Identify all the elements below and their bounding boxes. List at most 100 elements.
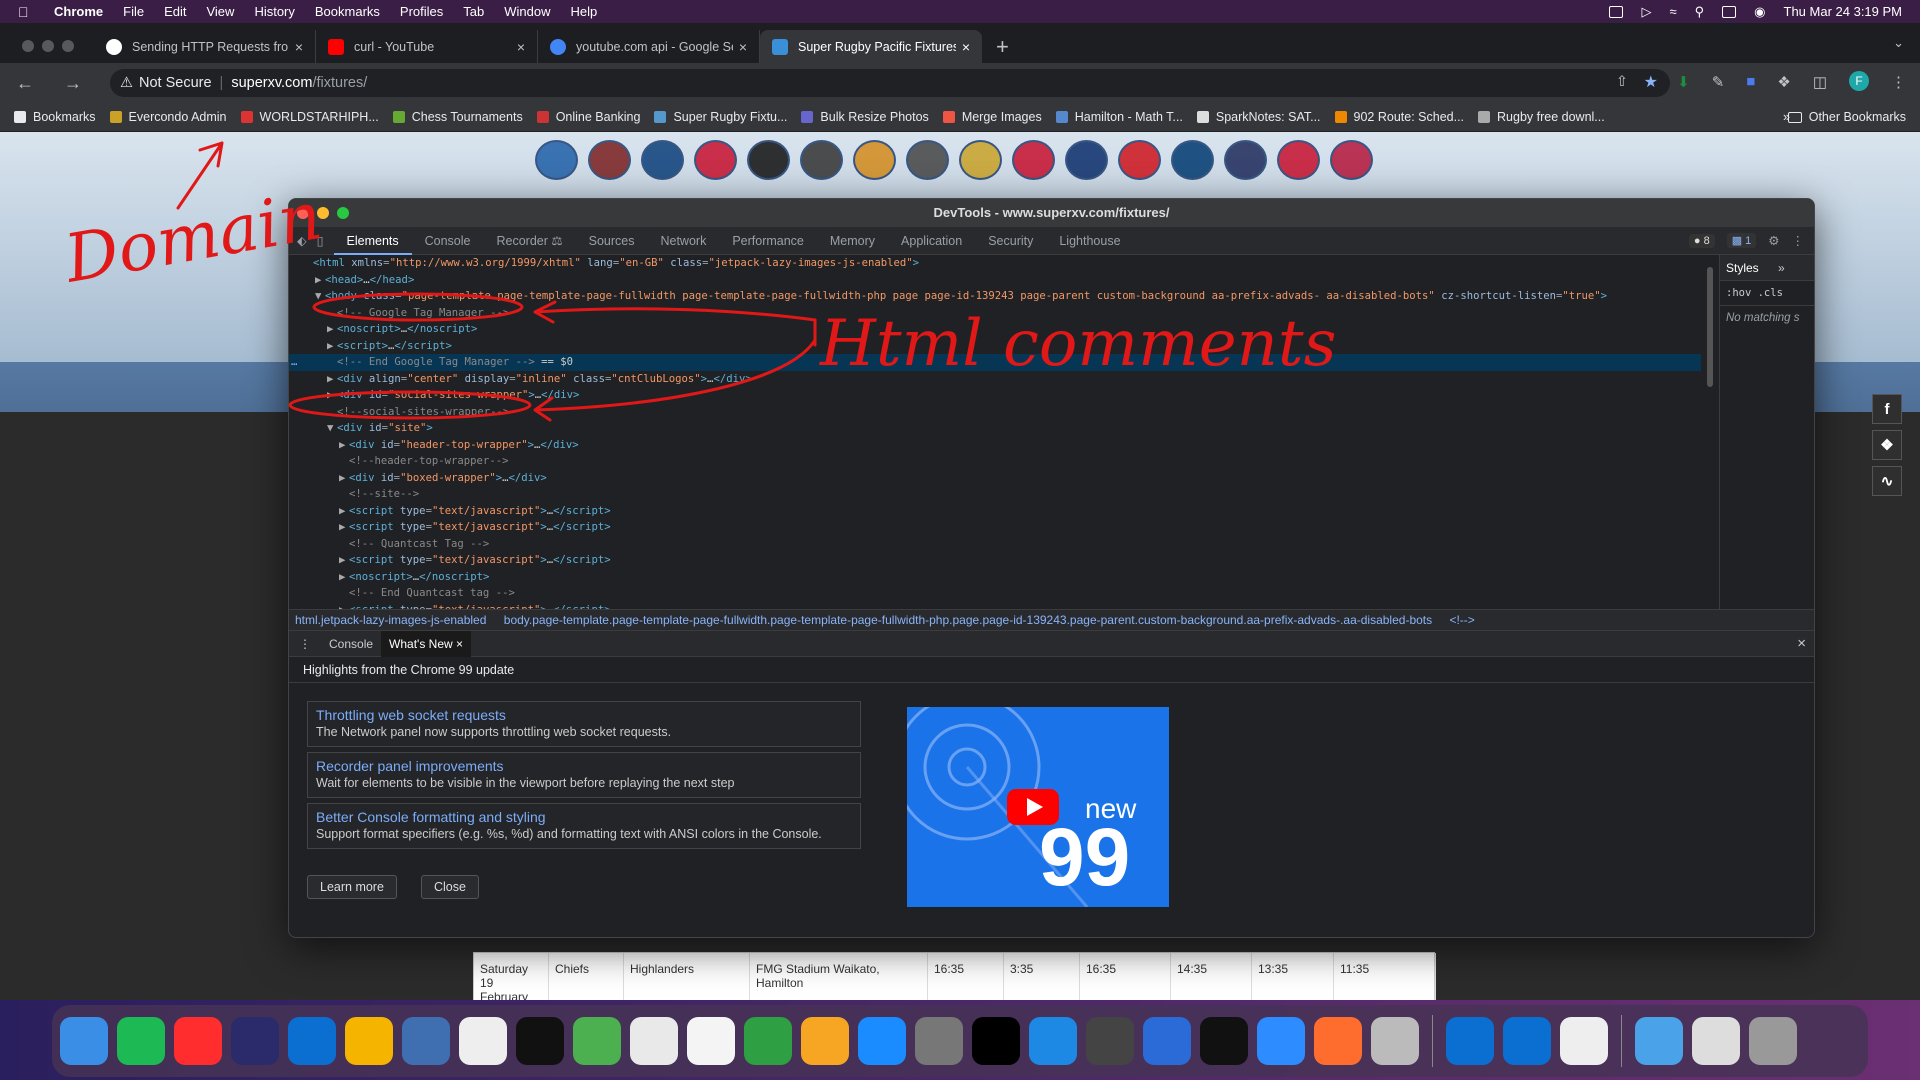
styles-filter[interactable]: :hov .cls	[1720, 281, 1814, 306]
node-actions-ellipsis[interactable]: …	[291, 354, 297, 371]
dock-app-icon[interactable]	[573, 1017, 621, 1065]
menu-edit[interactable]: Edit	[164, 4, 186, 19]
address-bar[interactable]: ⚠ Not Secure | superxv.com/fixtures/ ⇧ ★	[110, 69, 1670, 97]
dock-app-icon[interactable]	[1692, 1017, 1740, 1065]
dock-app-icon[interactable]	[1635, 1017, 1683, 1065]
dock-app-icon[interactable]	[1446, 1017, 1494, 1065]
crumb-html[interactable]: html.jetpack-lazy-images-js-enabled	[295, 613, 486, 627]
spotlight-search-icon[interactable]: ⚲	[1695, 4, 1705, 20]
apple-icon[interactable]: 	[18, 4, 40, 20]
device-toolbar-icon[interactable]: ▯	[313, 233, 334, 248]
club-logo[interactable]	[1012, 140, 1055, 180]
dom-node[interactable]: ▶ <noscript>…</noscript>	[289, 569, 1701, 586]
club-logo[interactable]	[1330, 140, 1373, 180]
inspect-element-icon[interactable]: ⬖	[289, 233, 313, 248]
tab-recorder[interactable]: Recorder ⚖	[484, 227, 576, 255]
tab-network[interactable]: Network	[647, 227, 719, 255]
expand-triangle-icon[interactable]: ▶	[315, 272, 325, 289]
extension-pen-icon[interactable]: ✎	[1712, 73, 1725, 91]
browser-tab-active[interactable]: Super Rugby Pacific Fixtures - ×	[760, 30, 982, 63]
dock-app-icon[interactable]	[858, 1017, 906, 1065]
twitter-icon[interactable]: ❖	[1872, 430, 1902, 460]
bookmark-item[interactable]: WORLDSTARHIPH...	[240, 110, 379, 124]
devtools-more-icon[interactable]: ⋮	[1792, 233, 1805, 248]
warning-icon[interactable]: ⚠	[120, 75, 133, 91]
drawer-tab-whats-new[interactable]: What's New ×	[381, 630, 472, 657]
expand-triangle-icon[interactable]: ▶	[339, 602, 349, 610]
expand-triangle-icon[interactable]: ▶	[327, 338, 337, 355]
dock-app-icon[interactable]	[630, 1017, 678, 1065]
bookmark-item[interactable]: Rugby free downl...	[1478, 110, 1605, 124]
chrome-menu-icon[interactable]: ⋮	[1891, 73, 1906, 91]
club-logo[interactable]	[694, 140, 737, 180]
dock-app-icon[interactable]	[60, 1017, 108, 1065]
tab-close-icon[interactable]: ×	[517, 39, 525, 55]
dom-node[interactable]: <!-- Google Tag Manager -->	[289, 305, 1701, 322]
drawer-menu-icon[interactable]: ⋮	[289, 637, 321, 651]
devtools-close-button[interactable]	[297, 207, 309, 219]
bookmark-item[interactable]: Chess Tournaments	[392, 110, 523, 124]
more-tabs-icon[interactable]: »	[1778, 261, 1785, 275]
bookmark-star-icon[interactable]: ★	[1644, 72, 1658, 92]
dom-node[interactable]: ▶ <div id="social-sites-wrapper">…</div>	[289, 387, 1701, 404]
dock-app-icon[interactable]	[1029, 1017, 1077, 1065]
menu-app-name[interactable]: Chrome	[54, 4, 103, 19]
share-icon[interactable]: ⇧	[1616, 74, 1628, 90]
tab-close-icon[interactable]: ×	[962, 39, 970, 55]
tab-console[interactable]: Console	[412, 227, 484, 255]
other-bookmarks-folder[interactable]: Other Bookmarks	[1787, 110, 1906, 124]
dom-node[interactable]: ▶<script type="text/javascript">…</scrip…	[289, 503, 1701, 520]
club-logo[interactable]	[906, 140, 949, 180]
settings-gear-icon[interactable]: ⚙	[1768, 233, 1779, 248]
expand-triangle-icon[interactable]: ▶	[327, 371, 337, 388]
expand-triangle-icon[interactable]: ▼	[315, 288, 325, 305]
bookmark-item[interactable]: Bookmarks	[14, 110, 96, 124]
club-logo[interactable]	[1171, 140, 1214, 180]
learn-more-button[interactable]: Learn more	[307, 875, 397, 899]
menu-file[interactable]: File	[123, 4, 144, 19]
status-app-icon[interactable]	[1609, 5, 1624, 18]
tab-search-chevron-icon[interactable]: ⌄	[1893, 35, 1904, 51]
dock-app-icon[interactable]	[1086, 1017, 1134, 1065]
close-drawer-icon[interactable]: ×	[1797, 635, 1806, 652]
club-logo[interactable]	[1065, 140, 1108, 180]
club-logo[interactable]	[800, 140, 843, 180]
devtools-zoom-button[interactable]	[337, 207, 349, 219]
dom-node[interactable]: ▶ <noscript>…</noscript>	[289, 321, 1701, 338]
tab-sources[interactable]: Sources	[576, 227, 648, 255]
extension-download-icon[interactable]: ⬇	[1677, 73, 1690, 91]
dock-app-icon[interactable]	[1257, 1017, 1305, 1065]
tab-memory[interactable]: Memory	[817, 227, 888, 255]
bookmark-item[interactable]: Bulk Resize Photos	[801, 110, 929, 124]
dock-app-icon[interactable]	[1143, 1017, 1191, 1065]
feature-title[interactable]: Recorder panel improvements	[316, 758, 852, 774]
browser-tab[interactable]: youtube.com api - Google Sea ×	[538, 30, 760, 63]
dock-app-icon[interactable]	[1560, 1017, 1608, 1065]
club-logo[interactable]	[747, 140, 790, 180]
tab-performance[interactable]: Performance	[719, 227, 817, 255]
dock-app-icon[interactable]	[402, 1017, 450, 1065]
menu-window[interactable]: Window	[504, 4, 550, 19]
expand-triangle-icon[interactable]: ▶	[339, 552, 349, 569]
dock-app-icon[interactable]	[174, 1017, 222, 1065]
extensions-puzzle-icon[interactable]: ❖	[1777, 73, 1790, 91]
dock-app-icon[interactable]	[972, 1017, 1020, 1065]
menu-history[interactable]: History	[254, 4, 294, 19]
bookmark-item[interactable]: Hamilton - Math T...	[1055, 110, 1183, 124]
security-status[interactable]: Not Secure	[139, 75, 212, 91]
club-logo[interactable]	[959, 140, 1002, 180]
menubar-clock[interactable]: Thu Mar 24 3:19 PM	[1784, 4, 1903, 19]
window-minimize-button[interactable]	[42, 40, 54, 52]
dom-node[interactable]: ▶ <div id="boxed-wrapper">…</div>	[289, 470, 1701, 487]
back-arrow-icon[interactable]: ←	[16, 73, 48, 94]
control-center-icon[interactable]	[1722, 5, 1737, 18]
play-status-icon[interactable]: ▷	[1641, 4, 1651, 20]
tab-close-icon[interactable]: ×	[739, 39, 747, 55]
dom-node[interactable]: <!--header-top-wrapper-->	[289, 453, 1701, 470]
dock-app-icon[interactable]	[288, 1017, 336, 1065]
bookmark-item[interactable]: SparkNotes: SAT...	[1196, 110, 1321, 124]
dock-app-icon[interactable]	[117, 1017, 165, 1065]
dom-node[interactable]: <!--site-->	[289, 486, 1701, 503]
browser-tab[interactable]: Sending HTTP Requests from y ×	[94, 30, 316, 63]
dom-node[interactable]: ▶ <script>…</script>	[289, 338, 1701, 355]
